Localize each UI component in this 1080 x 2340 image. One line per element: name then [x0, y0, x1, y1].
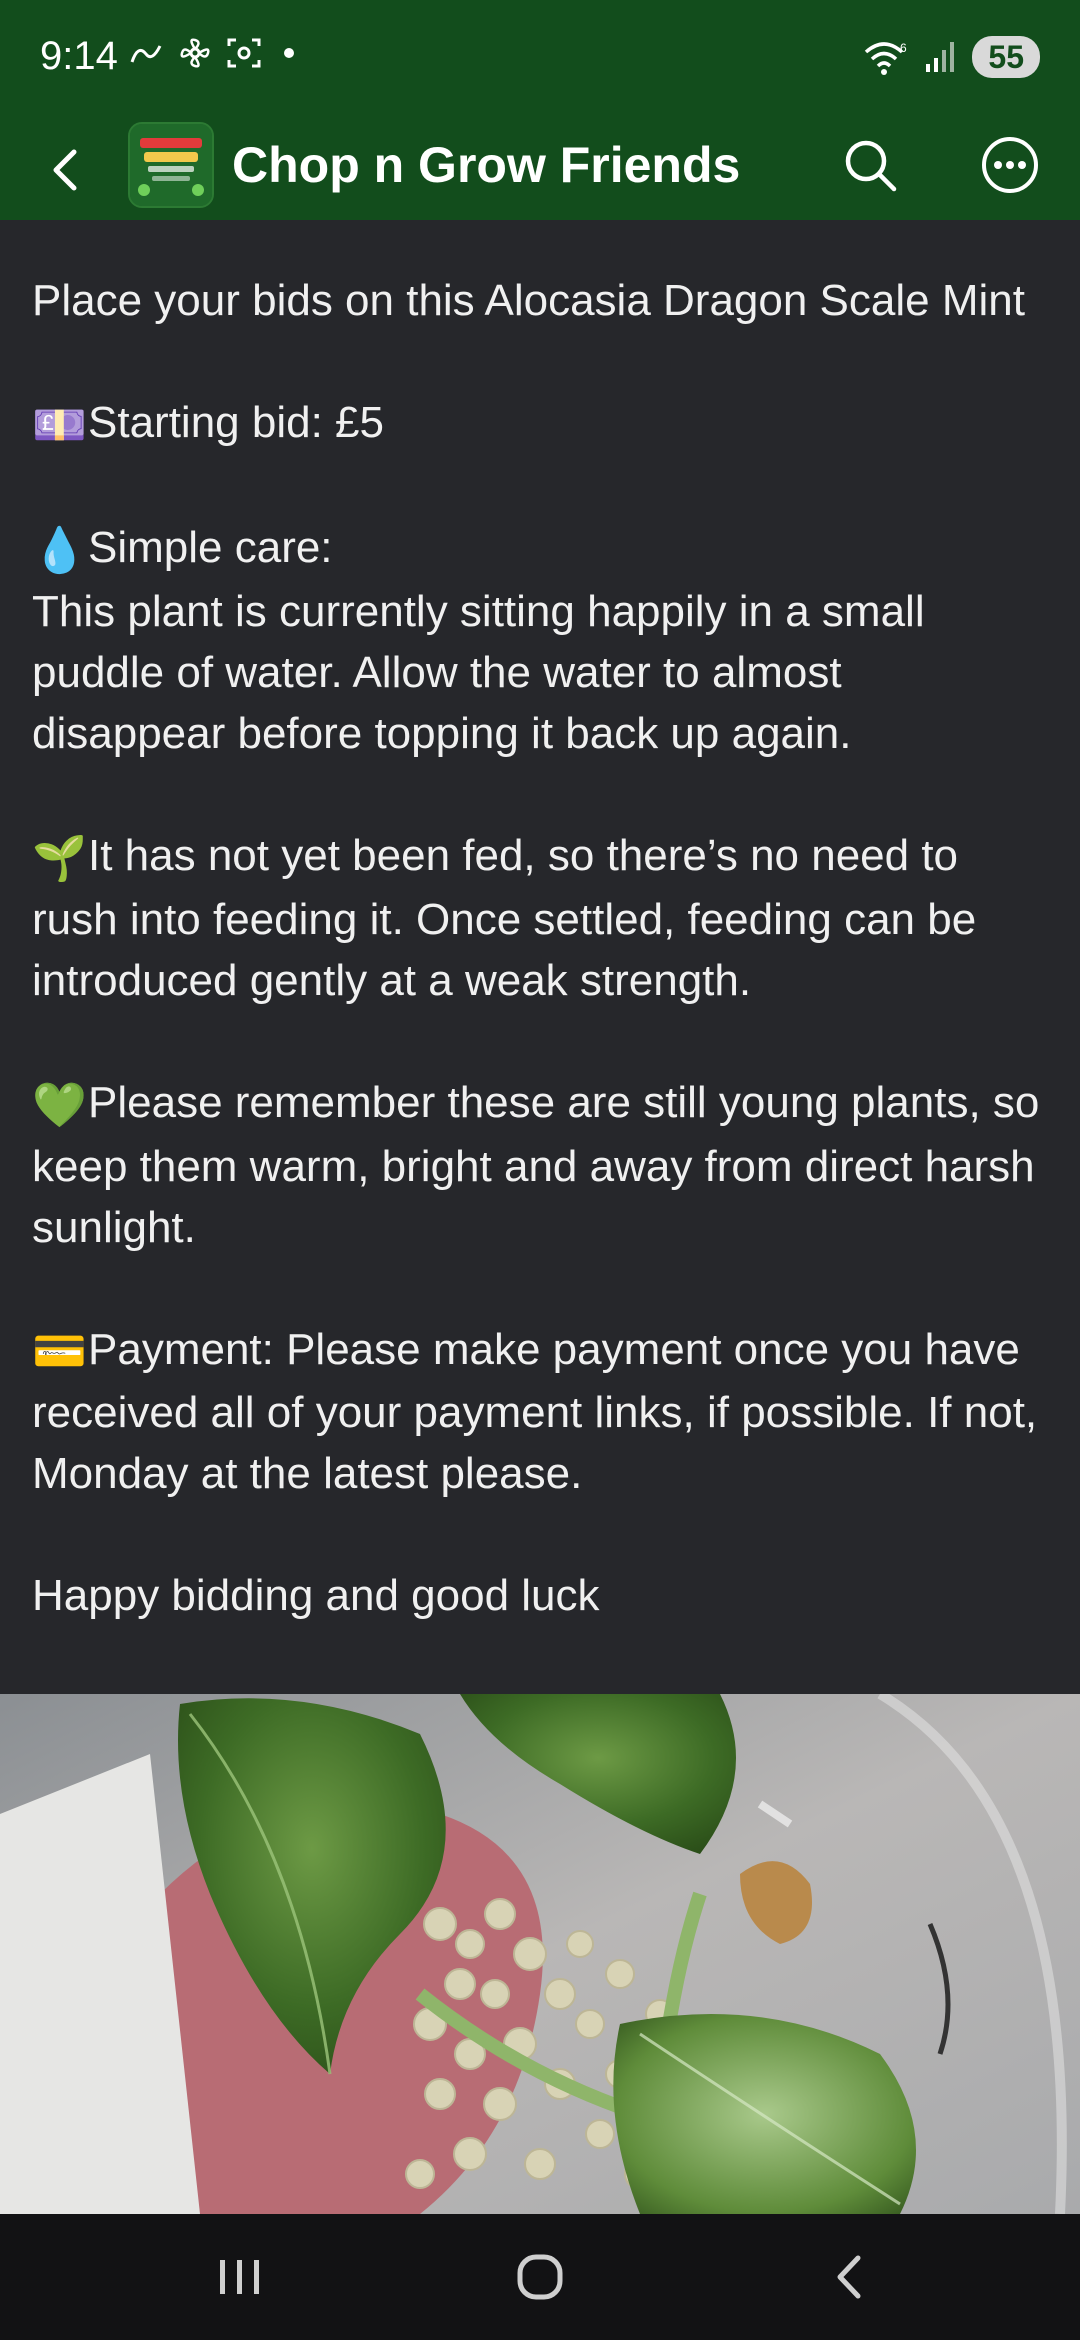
pound-banknote-icon: 💷: [32, 400, 87, 450]
system-nav-bar: [0, 2214, 1080, 2340]
battery-level: 55: [972, 36, 1040, 78]
post-feeding: 🌱It has not yet been fed, so there’s no …: [32, 825, 1042, 1011]
payment-text: Payment: Please make payment once you ha…: [32, 1324, 1050, 1499]
status-bar: 9:14 6 55: [0, 0, 1080, 120]
status-time: 9:14: [40, 34, 118, 78]
fan-icon: [180, 38, 210, 68]
credit-card-icon: 💳: [32, 1327, 87, 1377]
status-icons-right: 6 55: [862, 36, 1040, 78]
back-chevron-icon[interactable]: [40, 142, 96, 198]
reminder-text: Please remember these are still young pl…: [32, 1077, 1052, 1252]
search-icon[interactable]: [840, 135, 900, 195]
post-intro: Place your bids on this Alocasia Dragon …: [32, 270, 1042, 331]
post-care: 💧Simple care: This plant is currently si…: [32, 517, 1042, 764]
seedling-icon: 🌱: [32, 833, 87, 883]
care-text: Simple care: This plant is currently sit…: [32, 522, 925, 758]
droplet-icon: 💧: [32, 525, 87, 575]
plant-photo[interactable]: [0, 1694, 1080, 2214]
post-reminder: 💚Please remember these are still young p…: [32, 1072, 1042, 1258]
recent-apps-icon[interactable]: [210, 2252, 270, 2302]
svg-text:6: 6: [900, 41, 907, 55]
post-payment: 💳Payment: Please make payment once you h…: [32, 1319, 1042, 1505]
post-signoff: Happy bidding and good luck: [32, 1565, 1042, 1626]
more-options-icon[interactable]: [980, 135, 1040, 195]
green-heart-icon: 💚: [32, 1080, 87, 1130]
group-logo-icon[interactable]: [128, 122, 214, 208]
post-body: Place your bids on this Alocasia Dragon …: [32, 270, 1042, 1687]
cellular-signal-icon: [926, 42, 955, 72]
screenshot-icon: [227, 38, 261, 68]
signal-a-icon: [130, 45, 162, 63]
plant-photo-illustration: [0, 1694, 1080, 2214]
feeding-text: It has not yet been fed, so there’s no n…: [32, 830, 989, 1005]
status-icons-left: [128, 36, 294, 70]
back-icon[interactable]: [820, 2252, 880, 2302]
post-starting-bid: 💷Starting bid: £5: [32, 392, 1042, 456]
notification-dot: [284, 48, 294, 58]
post-intro-text: Place your bids on this Alocasia Dragon …: [32, 276, 1025, 325]
wifi-6-icon: 6: [865, 41, 907, 75]
group-title[interactable]: Chop n Grow Friends: [232, 136, 740, 194]
home-icon[interactable]: [510, 2252, 570, 2302]
starting-bid-text: Starting bid: £5: [88, 398, 384, 447]
signoff-text: Happy bidding and good luck: [32, 1571, 600, 1621]
